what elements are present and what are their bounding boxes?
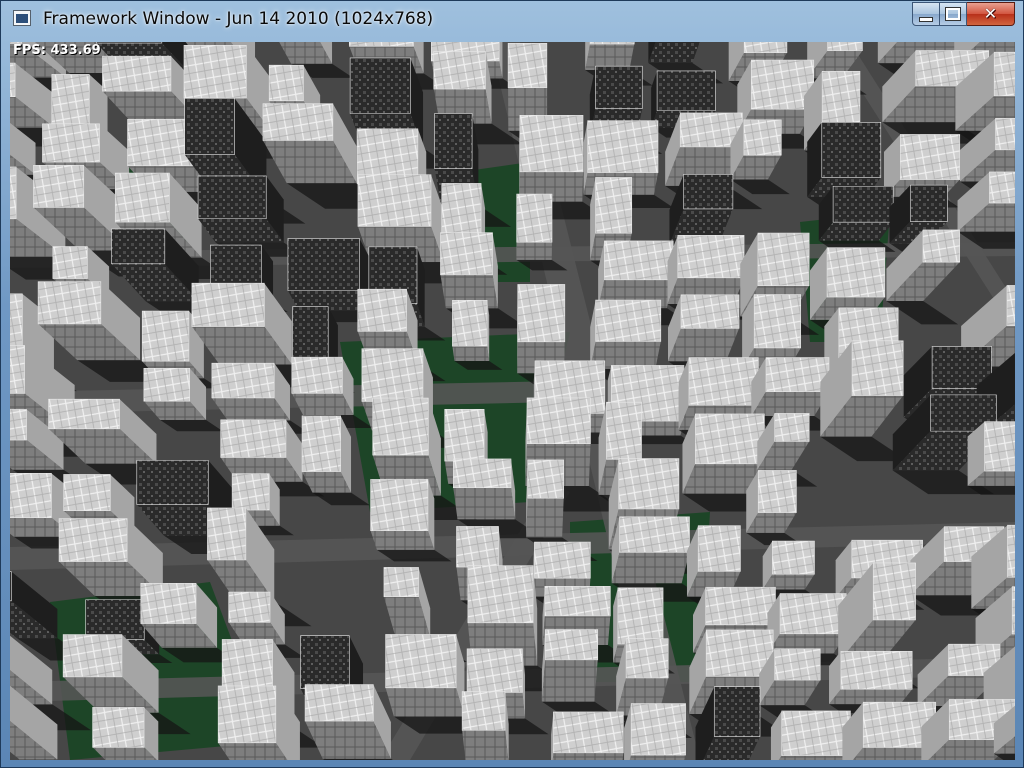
maximize-icon — [945, 7, 961, 21]
building — [967, 421, 1015, 495]
title-bar[interactable]: Framework Window - Jun 14 2010 (1024x768… — [1, 1, 1023, 37]
close-icon: ✕ — [983, 4, 998, 23]
3d-city-viewport[interactable]: FPS: 433.69 — [10, 42, 1015, 760]
minimize-button[interactable] — [912, 2, 940, 26]
city-scene — [10, 42, 1015, 760]
building — [770, 710, 851, 760]
app-icon[interactable] — [13, 10, 31, 26]
maximize-button[interactable] — [940, 2, 967, 26]
close-button[interactable]: ✕ — [967, 2, 1015, 26]
minimize-icon — [919, 16, 933, 22]
window-title: Framework Window - Jun 14 2010 (1024x768… — [43, 9, 434, 29]
window-controls: ✕ — [912, 2, 1015, 26]
application-window: Framework Window - Jun 14 2010 (1024x768… — [0, 0, 1024, 768]
fps-counter: FPS: 433.69 — [13, 43, 101, 58]
